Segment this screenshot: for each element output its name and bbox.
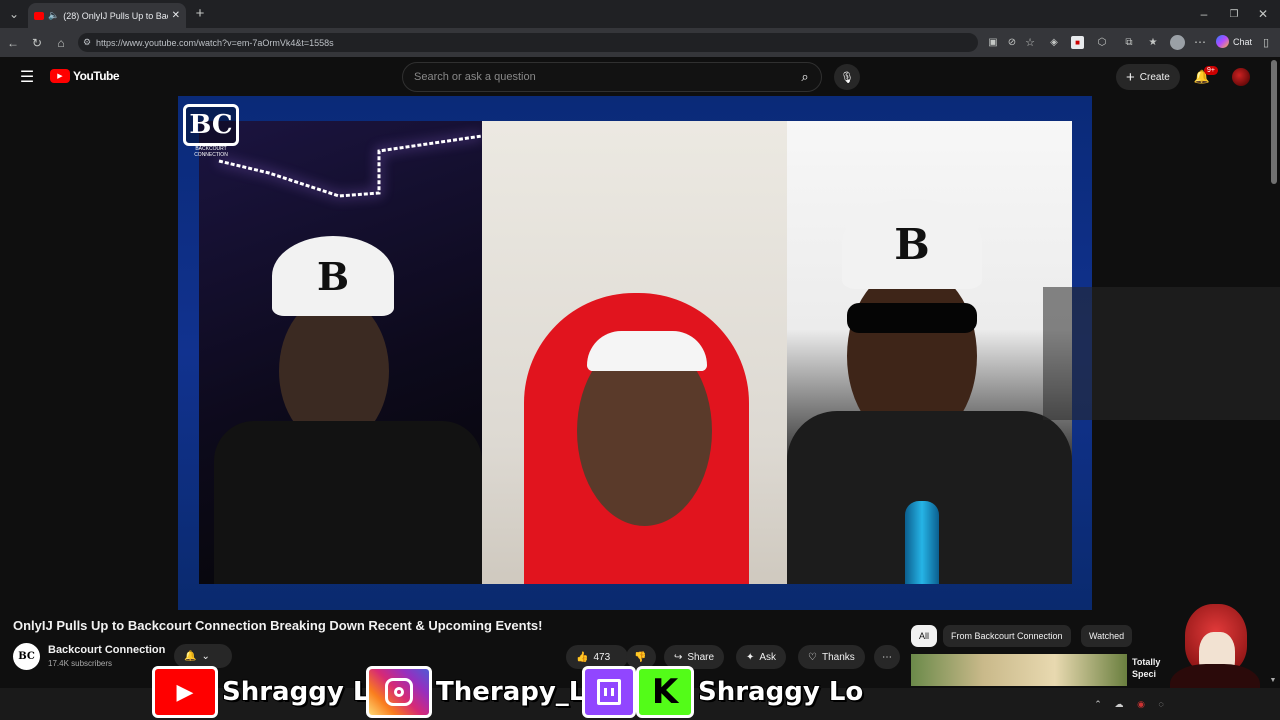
- eye-off-icon[interactable]: ⊘: [1005, 35, 1019, 49]
- plus-icon: +: [1126, 68, 1135, 86]
- video-player[interactable]: B B BC BACKCOURT CONNECTION: [178, 96, 1092, 610]
- favorites-icon[interactable]: ★: [1146, 35, 1160, 49]
- channel-avatar[interactable]: BC: [13, 643, 40, 670]
- kick-handle: Shraggy Lo: [697, 676, 864, 708]
- tray-app-icon[interactable]: ◉: [1135, 698, 1147, 710]
- white-headband: [587, 331, 707, 371]
- video-panel-left: B: [199, 121, 482, 584]
- video-panel-right: B: [787, 121, 1072, 584]
- scroll-down-arrow-icon[interactable]: ▼: [1268, 675, 1278, 685]
- bookmark-star-icon[interactable]: ☆: [1023, 35, 1037, 49]
- youtube-social-badge: ▶ Shraggy Lo: [152, 664, 388, 720]
- cap-right: B: [842, 199, 982, 289]
- close-window-icon[interactable]: ✕: [1255, 6, 1271, 22]
- url-text: https://www.youtube.com/watch?v=em-7aOrm…: [96, 37, 334, 48]
- new-tab-icon[interactable]: +: [192, 5, 208, 22]
- notification-badge: 9+: [1204, 66, 1218, 75]
- microphone: [905, 501, 939, 584]
- search-placeholder: Search or ask a question: [414, 71, 536, 83]
- youtube-logo-text: YouTube: [73, 69, 120, 83]
- chevron-down-icon: ⌄: [201, 650, 210, 662]
- share-label: Share: [687, 651, 715, 663]
- search-input[interactable]: Search or ask a question: [402, 62, 822, 92]
- youtube-social-icon: ▶: [152, 666, 218, 718]
- chat-label: Chat: [1233, 36, 1253, 47]
- user-avatar[interactable]: [1232, 68, 1250, 86]
- extension-puzzle-icon[interactable]: ⬡: [1095, 35, 1109, 49]
- extension-red-icon[interactable]: ■: [1071, 36, 1084, 49]
- recommended-thumbnail[interactable]: [911, 654, 1127, 686]
- address-bar[interactable]: ⚙ https://www.youtube.com/watch?v=em-7aO…: [78, 33, 978, 52]
- person-left-body: [214, 421, 482, 584]
- instagram-handle: Therapy_Lo: [435, 676, 604, 708]
- browser-tab[interactable]: 🔈 (28) OnlyIJ Pulls Up to Backco ✕: [28, 3, 186, 28]
- youtube-logo[interactable]: ▶ YouTube: [50, 69, 120, 83]
- twitch-social-badge: [582, 664, 636, 720]
- more-actions-button[interactable]: ⋯: [874, 645, 900, 669]
- heart-dollar-icon: ♡: [808, 651, 817, 663]
- close-tab-icon[interactable]: ✕: [172, 10, 180, 21]
- youtube-favicon-icon: [34, 11, 44, 20]
- tray-chevron-icon[interactable]: ⌃: [1092, 698, 1104, 710]
- logo-caption: BACKCOURT CONNECTION: [194, 146, 228, 158]
- more-horizontal-icon: ⋯: [882, 651, 892, 663]
- cap-left: B: [272, 236, 394, 316]
- app-icon[interactable]: ▣: [986, 35, 1000, 49]
- instagram-social-badge: Therapy_Lo: [366, 664, 604, 720]
- thumbs-down-icon: 👎: [634, 651, 647, 663]
- tab-list-chevron-icon[interactable]: ⌄: [6, 6, 22, 22]
- hamburger-menu-icon[interactable]: ☰: [18, 68, 36, 86]
- kick-icon: K: [636, 666, 694, 718]
- thanks-label: Thanks: [821, 651, 855, 663]
- back-icon[interactable]: ←: [5, 35, 21, 51]
- speaker-icon: 🔈: [48, 10, 60, 20]
- stream-overlay-box: [1043, 287, 1280, 420]
- chip-from-channel[interactable]: From Backcourt Connection: [943, 625, 1071, 647]
- create-label: Create: [1139, 71, 1170, 83]
- extension-icon[interactable]: ◈: [1047, 35, 1061, 49]
- minimize-icon[interactable]: –: [1196, 6, 1212, 22]
- like-count: 473: [593, 651, 611, 663]
- voice-search-icon[interactable]: 🎙: [834, 64, 860, 90]
- copilot-chat-button[interactable]: Chat: [1216, 35, 1252, 48]
- recommended-title[interactable]: Totally Speci: [1132, 656, 1160, 680]
- chip-all[interactable]: All: [911, 625, 938, 647]
- kick-social-badge: K Shraggy Lo: [636, 664, 864, 720]
- tab-title: (28) OnlyIJ Pulls Up to Backco: [63, 10, 167, 21]
- instagram-icon: [366, 666, 432, 718]
- sunglasses: [847, 303, 977, 333]
- split-view-icon[interactable]: ⧉: [1122, 35, 1136, 49]
- video-title: OnlyIJ Pulls Up to Backcourt Connection …: [13, 618, 543, 633]
- reload-icon[interactable]: ↻: [29, 35, 45, 51]
- video-panel-center: [482, 121, 787, 584]
- chip-watched[interactable]: Watched: [1081, 625, 1133, 647]
- copilot-icon: [1216, 35, 1229, 48]
- profile-avatar[interactable]: [1170, 35, 1185, 50]
- more-menu-icon[interactable]: ⋯: [1193, 35, 1207, 49]
- site-info-icon[interactable]: ⚙: [83, 37, 91, 48]
- channel-logo-watermark: BC BACKCOURT CONNECTION: [180, 104, 242, 162]
- restore-icon[interactable]: ❐: [1226, 6, 1242, 22]
- share-icon: ↪: [674, 651, 683, 663]
- subscriber-count: 17.4K subscribers: [48, 659, 113, 668]
- tray-wifi-icon[interactable]: ◌: [1155, 698, 1167, 710]
- thumbs-up-icon: 👍: [576, 651, 589, 663]
- create-button[interactable]: + Create: [1116, 64, 1180, 90]
- search-icon[interactable]: ⌕: [795, 67, 815, 87]
- sidebar-toggle-icon[interactable]: ▯: [1259, 35, 1273, 49]
- tray-cloud-icon[interactable]: ☁: [1113, 698, 1125, 710]
- channel-name[interactable]: Backcourt Connection: [48, 644, 165, 656]
- page-scrollbar-thumb[interactable]: [1271, 60, 1277, 184]
- home-icon[interactable]: ⌂: [53, 35, 69, 51]
- twitch-icon: [582, 666, 636, 718]
- sparkle-icon: ✦: [746, 651, 755, 663]
- youtube-play-icon: ▶: [50, 69, 70, 83]
- ask-label: Ask: [759, 651, 777, 663]
- youtube-handle: Shraggy Lo: [221, 676, 388, 708]
- bell-icon: 🔔: [184, 650, 197, 662]
